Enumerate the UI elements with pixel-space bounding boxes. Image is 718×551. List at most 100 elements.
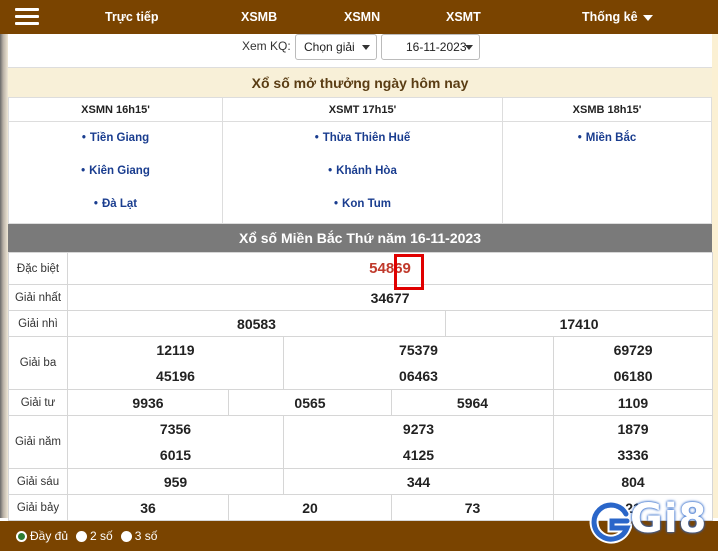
prize-number: 0565 <box>228 389 392 416</box>
prize-cell: 7356 6015 <box>67 415 284 469</box>
province-link[interactable]: Đà Lạt <box>9 188 222 221</box>
date-select[interactable]: 16-11-2023 <box>381 34 480 60</box>
prize-cell: 1879 3336 <box>552 415 714 469</box>
table-row: Giải ba 12119 45196 75379 06463 69729 06180 <box>8 336 714 390</box>
prize-number: 344 <box>283 468 554 495</box>
prize-cell: 75379 06463 <box>283 336 554 390</box>
prize-number: 9273 <box>402 421 435 437</box>
prize-label: Giải năm <box>8 415 68 469</box>
province-link[interactable]: Khánh Hòa <box>223 155 502 188</box>
province-link[interactable]: Kon Tum <box>223 188 502 221</box>
nav-label: Thống kê <box>582 10 638 24</box>
results-table: Đặc biệt 54869 Giải nhất 34677 Giải nhì … <box>8 252 714 521</box>
radio-label: Đầy đủ <box>30 529 69 543</box>
prize-label: Giải sáu <box>8 468 68 495</box>
column-heading: XSMB 18h15' <box>503 98 711 122</box>
prize-number: 69729 <box>613 342 653 358</box>
radio-selected-icon <box>16 530 27 542</box>
prize-label: Đặc biệt <box>8 252 68 285</box>
prize-select[interactable]: Chọn giải <box>295 34 377 60</box>
province-link[interactable]: Kiên Giang <box>9 155 222 188</box>
today-column-xsmb: XSMB 18h15' Miền Bắc <box>503 98 711 224</box>
chevron-down-icon <box>362 45 370 50</box>
prize-number: 20 <box>228 494 392 521</box>
prize-number: 75379 <box>399 342 438 358</box>
menu-icon[interactable] <box>15 8 39 26</box>
watermark-text: Gi8 <box>630 496 708 542</box>
prize-number: 5964 <box>391 389 554 416</box>
nav-label: Trực tiếp <box>105 10 159 24</box>
column-heading: XSMN 16h15' <box>9 98 222 122</box>
today-column-xsmn: XSMN 16h15' Tiền Giang Kiên Giang Đà Lạt <box>9 98 223 224</box>
filter-label: Xem KQ: <box>242 39 291 53</box>
prize-number: 45196 <box>156 368 195 384</box>
prize-label: Giải tư <box>8 389 68 416</box>
prize-number: 06180 <box>613 368 653 384</box>
prize-cell: 54869 <box>66 252 714 290</box>
prize-number: 1879 <box>617 421 649 437</box>
nav-label: XSMT <box>446 10 481 24</box>
prize-number: 9936 <box>67 389 229 416</box>
nav-item-truc-tiep[interactable]: Trực tiếp <box>105 0 159 34</box>
radio-2-digits[interactable]: 2 số <box>76 529 113 543</box>
table-row: Giải năm 7356 6015 9273 4125 1879 3336 <box>8 415 714 469</box>
nav-item-xsmn[interactable]: XSMN <box>344 0 380 34</box>
nav-item-thong-ke[interactable]: Thống kê <box>582 0 653 34</box>
prize-number: 17410 <box>444 310 714 337</box>
radio-full[interactable]: Đầy đủ <box>16 529 68 543</box>
prize-number: 6015 <box>159 447 192 463</box>
today-column-xsmt: XSMT 17h15' Thừa Thiên Huế Khánh Hòa Kon… <box>223 98 503 224</box>
special-number-wrap: 54869 <box>369 254 425 290</box>
prize-number: 06463 <box>399 368 438 384</box>
prize-select-value: Chọn giải <box>304 40 355 54</box>
prize-number: 73 <box>391 494 554 521</box>
nav-label: XSMB <box>241 10 278 24</box>
prize-number: 80583 <box>67 310 446 337</box>
watermark-logo: Gi8 <box>588 496 716 548</box>
logo-g-icon <box>589 500 632 544</box>
province-link[interactable]: Tiền Giang <box>9 122 222 155</box>
nav-item-xsmt[interactable]: XSMT <box>446 0 481 34</box>
chevron-down-icon <box>642 14 653 21</box>
prize-cell: 9273 4125 <box>283 415 554 469</box>
prize-label: Giải nhất <box>8 284 68 311</box>
radio-icon <box>120 530 132 542</box>
today-title: Xổ số mở thưởng ngày hôm nay <box>8 68 712 98</box>
results-title: Xổ số Miền Bắc Thứ năm 16-11-2023 <box>8 224 712 252</box>
nav-item-xsmb[interactable]: XSMB <box>241 0 277 34</box>
nav-label: XSMN <box>344 10 381 24</box>
page: Trực tiếp XSMB XSMN XSMT Thống kê Xem KQ… <box>0 0 718 551</box>
table-row: Giải nhất 34677 <box>8 284 714 311</box>
province-link[interactable]: Miền Bắc <box>503 122 711 155</box>
prize-number: 3336 <box>617 447 649 463</box>
table-row: Giải tư 9936 0565 5964 1109 <box>8 389 714 416</box>
table-row: Giải sáu 959 344 804 <box>8 468 714 495</box>
radio-3-digits[interactable]: 3 số <box>120 529 158 543</box>
prize-label: Giải nhì <box>8 310 68 337</box>
province-link[interactable]: Thừa Thiên Huế <box>223 122 502 155</box>
prize-label: Giải bảy <box>8 494 68 521</box>
table-row: Giải nhì 80583 17410 <box>8 310 714 337</box>
highlight-box <box>394 254 425 290</box>
filter-row: Xem KQ: Chọn giải 16-11-2023 <box>8 34 712 68</box>
today-schedule: XSMN 16h15' Tiền Giang Kiên Giang Đà Lạt… <box>8 98 712 224</box>
prize-number: 4125 <box>402 447 435 463</box>
date-select-value: 16-11-2023 <box>406 40 467 54</box>
radio-label: 2 số <box>90 529 113 543</box>
table-row: Đặc biệt 54869 <box>8 252 714 290</box>
prize-number: 804 <box>552 468 714 495</box>
radio-icon <box>76 530 88 542</box>
prize-number: 36 <box>67 494 229 521</box>
prize-cell: 12119 45196 <box>67 336 284 390</box>
prize-number: 7356 <box>159 421 192 437</box>
prize-number: 12119 <box>156 342 195 358</box>
top-nav-bar: Trực tiếp XSMB XSMN XSMT Thống kê <box>0 0 718 34</box>
left-page-edge <box>0 34 8 518</box>
prize-cell: 69729 06180 <box>552 336 714 390</box>
chevron-down-icon <box>465 45 473 50</box>
column-heading: XSMT 17h15' <box>223 98 502 122</box>
prize-number: 34677 <box>66 284 714 311</box>
prize-number: 1109 <box>552 389 714 416</box>
radio-label: 3 số <box>134 529 158 543</box>
prize-number: 959 <box>67 468 284 495</box>
